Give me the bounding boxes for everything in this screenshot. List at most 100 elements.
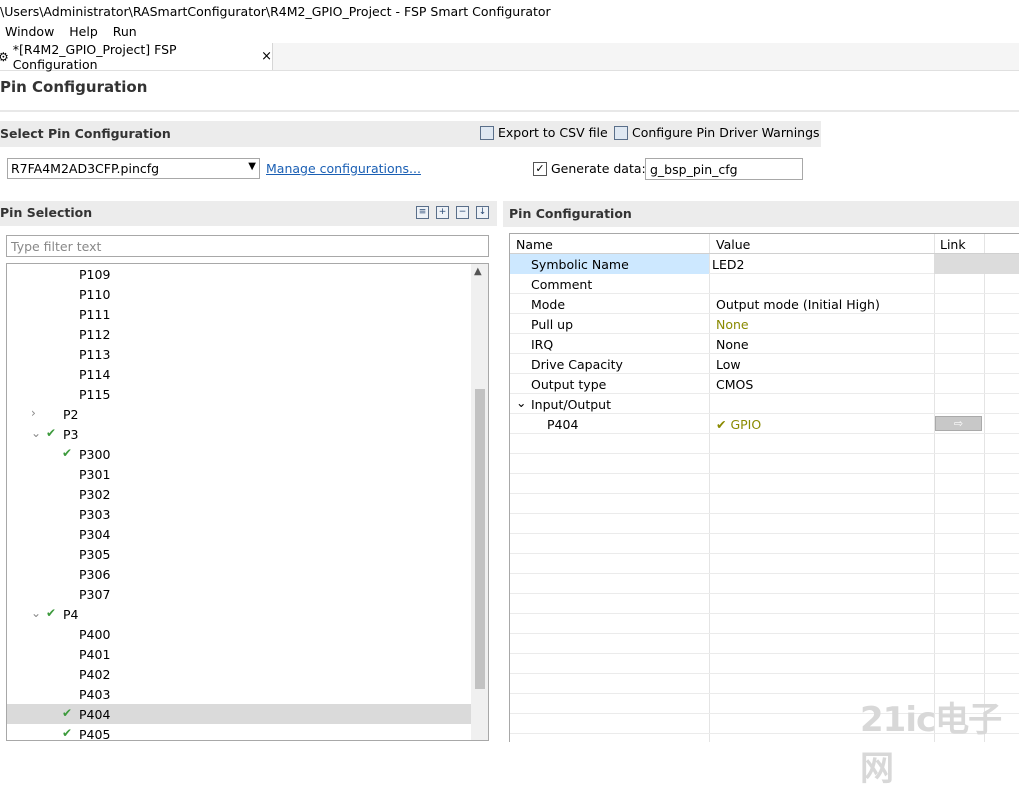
tree-item-p109[interactable]: P109 xyxy=(7,264,471,284)
property-row[interactable]: Drive Capacity Low xyxy=(510,354,1019,374)
filter-input[interactable]: Type filter text xyxy=(6,235,489,257)
chevron-down-icon[interactable]: ⌄ xyxy=(31,426,41,440)
tree-item-label: P306 xyxy=(79,567,111,582)
menu-run[interactable]: Run xyxy=(113,24,137,39)
scroll-up-icon[interactable]: ▲ xyxy=(474,266,482,277)
scroll-thumb[interactable] xyxy=(475,389,485,689)
column-header-link[interactable]: Link xyxy=(940,237,966,252)
property-value[interactable]: Output mode (Initial High) xyxy=(716,297,880,312)
pin-config-title: Pin Configuration xyxy=(509,206,632,221)
tree-item-p304[interactable]: P304 xyxy=(7,524,471,544)
editor-tab-label: *[R4M2_GPIO_Project] FSP Configuration xyxy=(12,41,177,72)
tree-item-p402[interactable]: P402 xyxy=(7,664,471,684)
property-value[interactable]: ✔ GPIO xyxy=(716,417,761,432)
warnings-label: Configure Pin Driver Warnings xyxy=(632,125,820,140)
chevron-down-icon[interactable]: ⌄ xyxy=(516,395,526,410)
check-icon: ✔ xyxy=(62,726,73,740)
chevron-down-icon[interactable]: ⌄ xyxy=(31,606,41,620)
check-icon: ✔ xyxy=(46,606,57,620)
pin-tree[interactable]: ✔ P405 ✔ P404 P403 P402 P401 P400 ⌄ ✔ P4 P307 P306 P3… xyxy=(6,263,489,741)
sort-az-icon[interactable]: ↓ xyxy=(476,206,489,219)
property-row[interactable]: Output type CMOS xyxy=(510,374,1019,394)
property-row[interactable]: Symbolic Name LED2 xyxy=(510,254,1019,274)
window-title: \Users\Administrator\RASmartConfigurator… xyxy=(0,4,551,19)
tree-item-p113[interactable]: P113 xyxy=(7,344,471,364)
check-icon: ✔ xyxy=(46,426,57,440)
table-header: Name Value Link xyxy=(510,234,1019,254)
tree-item-label: P400 xyxy=(79,627,111,642)
tree-item-p111[interactable]: P111 xyxy=(7,304,471,324)
tree-item-p3[interactable]: ⌄ ✔ P3 xyxy=(7,424,471,444)
property-value[interactable]: None xyxy=(716,317,749,332)
arrow-right-icon[interactable]: ⇨ xyxy=(935,416,982,431)
tree-item-p115[interactable]: P115 xyxy=(7,384,471,404)
pin-config-file-select[interactable]: R7FA4M2AD3CFP.pincfg ▼ xyxy=(7,158,260,179)
tree-item-p301[interactable]: P301 xyxy=(7,464,471,484)
tree-item-label: P4 xyxy=(63,607,79,622)
tree-item-label: P2 xyxy=(63,407,79,422)
manage-configurations-link[interactable]: Manage configurations... xyxy=(266,161,421,176)
property-value[interactable]: None xyxy=(716,337,749,352)
tree-item-label: P301 xyxy=(79,467,111,482)
property-row[interactable]: P404 ✔ GPIO ⇨ xyxy=(510,414,1019,434)
tree-item-label: P404 xyxy=(79,707,111,722)
chevron-right-icon[interactable]: › xyxy=(31,406,36,420)
column-header-value[interactable]: Value xyxy=(716,237,750,252)
empty-row xyxy=(510,634,1019,654)
tree-item-p405[interactable]: ✔ P405 xyxy=(7,724,471,740)
menu-bar: Window Help Run xyxy=(0,24,143,42)
tree-item-p401[interactable]: P401 xyxy=(7,644,471,664)
property-row[interactable]: Comment xyxy=(510,274,1019,294)
generate-data-label: Generate data: xyxy=(551,161,646,176)
tree-item-p302[interactable]: P302 xyxy=(7,484,471,504)
pin-selection-header: Pin Selection ≡ + − ↓ xyxy=(0,201,497,226)
collapse-all-icon[interactable]: − xyxy=(456,206,469,219)
export-label: Export to CSV file xyxy=(498,125,608,140)
close-icon[interactable]: × xyxy=(261,49,272,64)
generate-data-field[interactable]: g_bsp_pin_cfg xyxy=(645,158,803,180)
generate-data-checkbox[interactable]: ✓ xyxy=(533,161,547,176)
section-title: Select Pin Configuration xyxy=(0,126,171,141)
tree-item-p403[interactable]: P403 xyxy=(7,684,471,704)
tree-item-p112[interactable]: P112 xyxy=(7,324,471,344)
tree-item-p307[interactable]: P307 xyxy=(7,584,471,604)
tree-item-p306[interactable]: P306 xyxy=(7,564,471,584)
tree-item-label: P3 xyxy=(63,427,79,442)
property-name: Input/Output xyxy=(531,397,611,412)
menu-window[interactable]: Window xyxy=(5,24,54,39)
tree-item-p110[interactable]: P110 xyxy=(7,284,471,304)
property-row[interactable]: ⌄ Input/Output xyxy=(510,394,1019,414)
property-row[interactable]: Pull up None xyxy=(510,314,1019,334)
expand-all-icon[interactable]: + xyxy=(436,206,449,219)
tree-item-label: P303 xyxy=(79,507,111,522)
tree-item-p300[interactable]: ✔ P300 xyxy=(7,444,471,464)
empty-row xyxy=(510,574,1019,594)
property-value[interactable]: Low xyxy=(716,357,741,372)
property-name: Comment xyxy=(531,277,593,292)
editor-tab[interactable]: ⚙ *[R4M2_GPIO_Project] FSP Configuration… xyxy=(0,41,273,72)
tree-item-p114[interactable]: P114 xyxy=(7,364,471,384)
tree-item-p404[interactable]: ✔ P404 xyxy=(7,704,471,724)
column-header-name[interactable]: Name xyxy=(516,237,553,252)
export-csv-button[interactable]: Export to CSV file xyxy=(480,125,608,140)
empty-row xyxy=(510,674,1019,694)
property-row[interactable]: Mode Output mode (Initial High) xyxy=(510,294,1019,314)
tree-item-p2[interactable]: › P2 xyxy=(7,404,471,424)
tree-item-p400[interactable]: P400 xyxy=(7,624,471,644)
tree-item-p303[interactable]: P303 xyxy=(7,504,471,524)
tree-scrollbar[interactable]: ▲ xyxy=(471,264,488,740)
empty-row xyxy=(510,514,1019,534)
menu-help[interactable]: Help xyxy=(69,24,98,39)
property-value[interactable]: LED2 xyxy=(712,257,744,272)
tree-item-p305[interactable]: P305 xyxy=(7,544,471,564)
list-view-icon[interactable]: ≡ xyxy=(416,206,429,219)
property-row[interactable]: IRQ None xyxy=(510,334,1019,354)
property-name: P404 xyxy=(547,417,579,432)
tree-item-p4[interactable]: ⌄ ✔ P4 xyxy=(7,604,471,624)
property-name: Mode xyxy=(531,297,566,312)
property-name: Output type xyxy=(531,377,607,392)
property-value[interactable]: CMOS xyxy=(716,377,753,392)
configure-warnings-button[interactable]: Configure Pin Driver Warnings xyxy=(614,125,820,140)
empty-row xyxy=(510,654,1019,674)
tree-item-label: P305 xyxy=(79,547,111,562)
